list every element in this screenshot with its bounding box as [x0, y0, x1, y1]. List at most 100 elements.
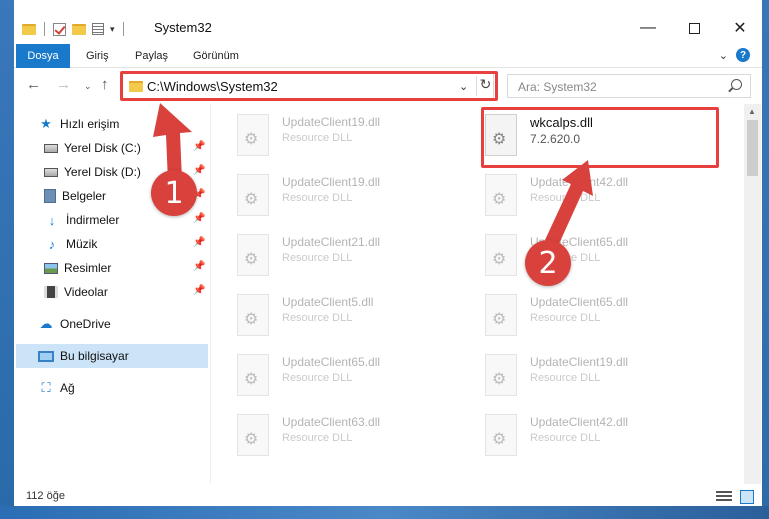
customize-toolbar-icon[interactable]: ▾: [110, 24, 115, 35]
file-description: Resource DLL: [530, 432, 601, 444]
download-icon: ↓: [48, 212, 56, 228]
dll-file-icon: [237, 414, 269, 456]
title-bar: ▾ System32 — ✕: [14, 0, 762, 44]
ribbon-tabs: Dosya Giriş Paylaş Görünüm ⌄ ?: [14, 44, 762, 98]
expand-ribbon-icon[interactable]: ⌄: [719, 49, 728, 62]
file-description: Resource DLL: [530, 192, 601, 204]
network-icon: ⛶: [41, 380, 51, 395]
pin-icon[interactable]: 📌: [193, 165, 205, 176]
maximize-button[interactable]: [671, 14, 717, 42]
desktop-edge-left: [0, 0, 14, 519]
file-description: Resource DLL: [282, 432, 353, 444]
window-title: System32: [154, 20, 212, 35]
pin-icon[interactable]: 📌: [193, 237, 205, 248]
maximize-icon: [688, 22, 700, 34]
dll-file-icon: [485, 294, 517, 336]
sidebar-item-this-pc[interactable]: Bu bilgisayar: [16, 344, 208, 368]
sidebar-item-local-disk-c[interactable]: Yerel Disk (C:) 📌: [44, 136, 208, 160]
sidebar-item-pictures[interactable]: Resimler 📌: [44, 256, 208, 280]
file-name: UpdateClient63.dll: [282, 415, 381, 429]
file-name: UpdateClient65.dll: [530, 295, 629, 309]
pin-icon[interactable]: 📌: [193, 285, 205, 296]
file-description: Resource DLL: [282, 192, 353, 204]
file-item[interactable]: UpdateClient65.dll Resource DLL: [459, 226, 699, 280]
new-folder-icon[interactable]: [72, 23, 86, 35]
sidebar-item-label: Videolar: [64, 285, 108, 299]
tab-share[interactable]: Paylaş: [135, 44, 168, 68]
sidebar-item-label: Resimler: [64, 261, 112, 275]
navigation-pane: ★ Hızlı erişim Yerel Disk (C:) 📌 Yerel D…: [14, 104, 210, 484]
tab-home[interactable]: Giriş: [86, 44, 109, 68]
forward-button[interactable]: →: [56, 76, 71, 93]
file-name: UpdateClient19.dll: [282, 175, 381, 189]
videos-icon: [44, 286, 58, 298]
step-badge-1: 1: [151, 170, 197, 216]
sidebar-item-network[interactable]: ⛶ Ağ: [38, 376, 208, 400]
minimize-button[interactable]: —: [625, 14, 671, 42]
music-icon: ♪: [48, 236, 56, 252]
status-bar: 112 öğe: [14, 484, 762, 506]
file-item[interactable]: UpdateClient42.dll Resource DLL: [459, 166, 699, 220]
file-description: Resource DLL: [282, 132, 353, 144]
help-icon[interactable]: ?: [736, 48, 750, 62]
file-item[interactable]: UpdateClient21.dll Resource DLL: [211, 226, 451, 280]
file-item[interactable]: UpdateClient19.dll Resource DLL: [211, 166, 451, 220]
pin-icon[interactable]: 📌: [193, 261, 205, 272]
dll-file-icon: [237, 114, 269, 156]
sidebar-item-label: Yerel Disk (C:): [64, 141, 141, 155]
search-input[interactable]: Ara: System32: [518, 80, 597, 94]
search-icon[interactable]: [731, 79, 742, 90]
file-item[interactable]: UpdateClient19.dll Resource DLL: [211, 106, 451, 160]
computer-icon: [38, 350, 54, 362]
toolbar-separator: [122, 22, 124, 36]
file-name: UpdateClient42.dll: [530, 175, 629, 189]
file-description: Resource DLL: [282, 372, 353, 384]
file-item[interactable]: UpdateClient65.dll Resource DLL: [459, 286, 699, 340]
sidebar-item-music[interactable]: ♪ Müzik 📌: [44, 232, 208, 256]
back-button[interactable]: ←: [26, 76, 41, 93]
pin-icon[interactable]: 📌: [193, 213, 205, 224]
recent-locations-button[interactable]: ⌄: [84, 81, 92, 92]
drive-icon: [44, 167, 58, 177]
address-highlight-box: [120, 71, 498, 101]
tab-view[interactable]: Görünüm: [193, 44, 239, 68]
file-description: Resource DLL: [530, 372, 601, 384]
file-name: UpdateClient19.dll: [530, 355, 629, 369]
vertical-scrollbar[interactable]: ▲: [744, 104, 761, 484]
file-item[interactable]: UpdateClient19.dll Resource DLL: [459, 346, 699, 400]
dll-file-icon: [237, 174, 269, 216]
cloud-icon: ☁: [39, 316, 53, 331]
file-item[interactable]: UpdateClient65.dll Resource DLL: [211, 346, 451, 400]
tiles-view-icon[interactable]: [740, 490, 754, 504]
scroll-thumb[interactable]: [747, 120, 758, 176]
file-item[interactable]: UpdateClient5.dll Resource DLL: [211, 286, 451, 340]
sidebar-item-quick-access[interactable]: ★ Hızlı erişim: [38, 112, 208, 136]
search-box[interactable]: Ara: System32: [507, 74, 751, 98]
folder-icon: [22, 23, 36, 35]
pin-icon[interactable]: 📌: [193, 141, 205, 152]
dll-file-icon: [485, 354, 517, 396]
file-description: Resource DLL: [282, 312, 353, 324]
sidebar-item-onedrive[interactable]: ☁ OneDrive: [38, 312, 208, 336]
scroll-up-arrow-icon[interactable]: ▲: [748, 107, 756, 116]
file-highlight-box: [481, 107, 719, 168]
file-name: UpdateClient42.dll: [530, 415, 629, 429]
file-description: Resource DLL: [282, 252, 353, 264]
properties-icon[interactable]: [92, 23, 104, 35]
dll-file-icon: [485, 414, 517, 456]
file-name: UpdateClient19.dll: [282, 115, 381, 129]
sidebar-item-videos[interactable]: Videolar 📌: [44, 280, 208, 304]
details-view-icon[interactable]: [716, 491, 732, 503]
file-name: UpdateClient21.dll: [282, 235, 381, 249]
dll-file-icon: [485, 174, 517, 216]
file-item[interactable]: UpdateClient63.dll Resource DLL: [211, 406, 451, 460]
file-name: UpdateClient65.dll: [282, 355, 381, 369]
close-button[interactable]: ✕: [717, 14, 763, 42]
file-item[interactable]: UpdateClient42.dll Resource DLL: [459, 406, 699, 460]
up-button[interactable]: ↑: [101, 76, 109, 93]
properties-check-icon[interactable]: [53, 22, 66, 36]
quick-access-toolbar: ▾: [22, 18, 126, 40]
sidebar-item-label: İndirmeler: [66, 213, 120, 227]
dll-file-icon: [237, 354, 269, 396]
sidebar-item-label: Hızlı erişim: [60, 117, 120, 131]
